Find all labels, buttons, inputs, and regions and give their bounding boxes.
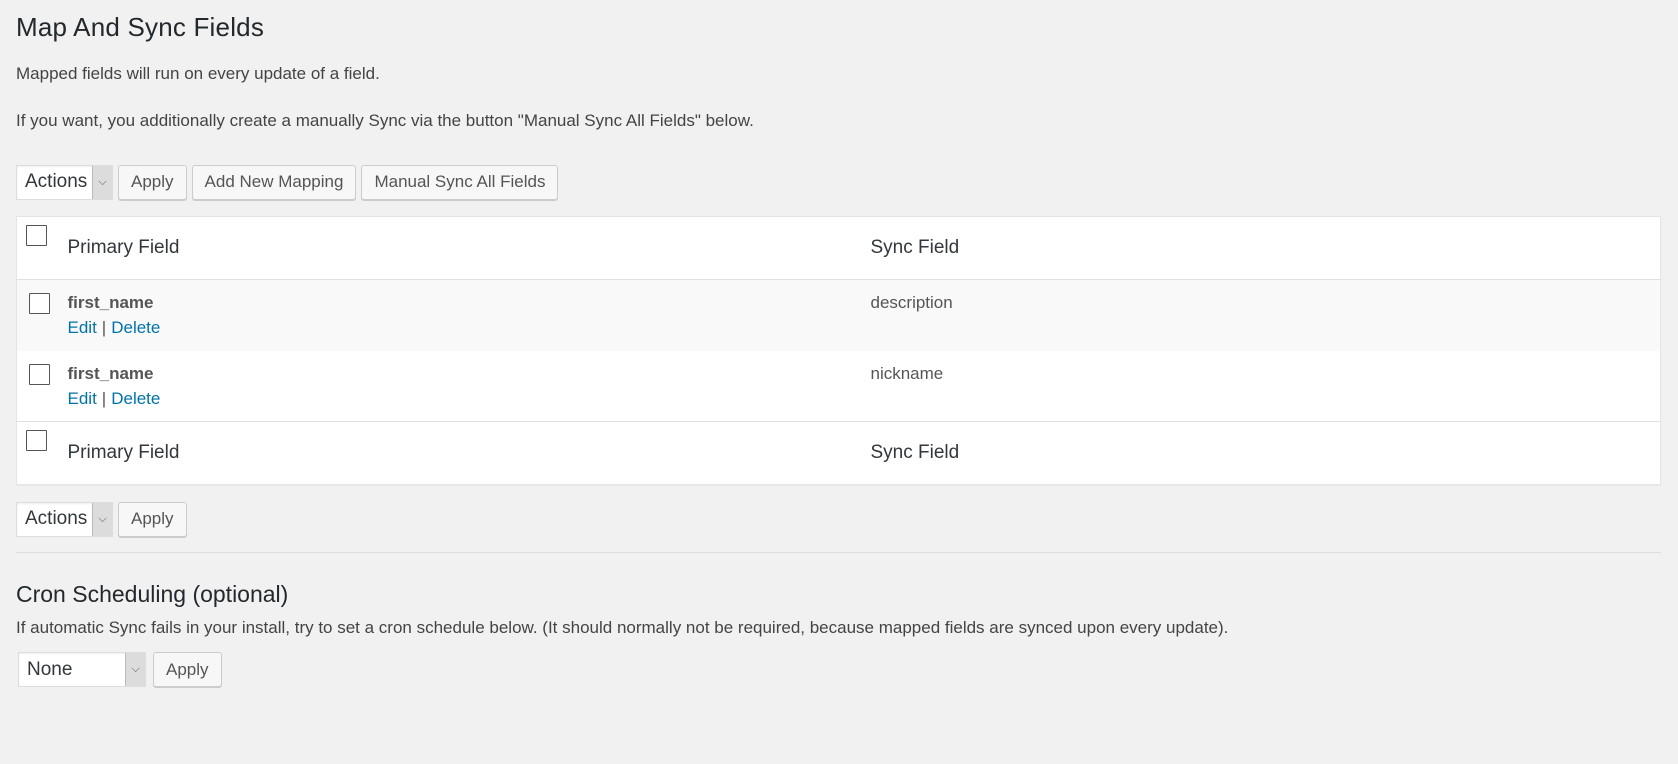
column-footer-primary-field[interactable]: Primary Field <box>67 422 870 485</box>
tablenav-top: Actions ⌵ Apply Add New Mapping Manual S… <box>16 164 1662 200</box>
cron-schedule-value: None <box>27 658 73 680</box>
apply-button-bottom[interactable]: Apply <box>118 501 187 537</box>
row-actions-separator: | <box>101 388 107 408</box>
row-actions: Edit | Delete <box>68 318 869 338</box>
cron-apply-button[interactable]: Apply <box>153 652 222 687</box>
page-description-manual-sync: If you want, you additionally create a m… <box>16 111 754 130</box>
row-actions-separator: | <box>101 318 107 337</box>
table-row: first_name Edit | Delete description <box>16 279 1661 351</box>
mapping-table: Primary Field Sync Field first_name Edit… <box>16 216 1661 485</box>
select-all-cell-footer <box>17 422 67 485</box>
select-all-checkbox-footer[interactable] <box>26 430 47 451</box>
table-footer-row: Primary Field Sync Field <box>16 421 1661 485</box>
primary-field-value: first_name <box>67 363 154 383</box>
sync-field-value: nickname <box>870 363 944 383</box>
section-divider <box>16 552 1661 553</box>
row-checkbox[interactable] <box>29 293 50 314</box>
sync-field-cell: nickname <box>870 351 1661 422</box>
edit-link[interactable]: Edit <box>68 318 97 337</box>
page-description: Mapped fields will run on every update o… <box>16 64 380 83</box>
primary-field-value: first_name <box>67 293 154 312</box>
bulk-actions-value: Actions <box>25 508 88 529</box>
primary-field-cell: first_name Edit | Delete <box>67 280 870 351</box>
cron-heading: Cron Scheduling (optional) <box>16 581 289 607</box>
select-all-checkbox[interactable] <box>26 225 47 246</box>
apply-button-top[interactable]: Apply <box>118 164 187 200</box>
chevron-down-icon[interactable]: ⌵ <box>92 502 112 536</box>
page-title: Map And Sync Fields <box>16 12 265 42</box>
column-footer-sync-field[interactable]: Sync Field <box>870 422 1661 485</box>
sync-field-value: description <box>870 293 953 312</box>
table-row: first_name Edit | Delete nickname <box>17 351 1661 422</box>
cron-controls: None ⌵ Apply <box>16 652 1662 687</box>
bulk-actions-select-bottom[interactable]: Actions ⌵ <box>16 501 113 537</box>
add-new-mapping-button[interactable]: Add New Mapping <box>191 164 357 200</box>
primary-field-cell: first_name Edit | Delete <box>67 351 870 422</box>
sync-field-cell: description <box>870 280 1661 351</box>
chevron-down-icon[interactable]: ⌵ <box>125 653 145 686</box>
column-header-primary-field[interactable]: Primary Field <box>67 217 870 280</box>
select-all-cell <box>17 217 67 280</box>
bulk-actions-select-top[interactable]: Actions ⌵ <box>16 164 113 200</box>
bulk-actions-value: Actions <box>25 171 88 192</box>
cron-schedule-select[interactable]: None ⌵ <box>18 652 146 687</box>
row-checkbox-cell <box>17 280 67 351</box>
tablenav-bottom: Actions ⌵ Apply <box>16 501 1662 537</box>
delete-link[interactable]: Delete <box>111 318 160 337</box>
row-checkbox-cell <box>17 351 67 422</box>
delete-link[interactable]: Delete <box>111 389 160 408</box>
column-header-sync-field[interactable]: Sync Field <box>870 217 1661 280</box>
row-checkbox[interactable] <box>29 363 50 385</box>
row-actions: Edit | Delete <box>68 389 869 409</box>
table-header-row: Primary Field Sync Field <box>16 217 1661 280</box>
edit-link[interactable]: Edit <box>68 389 97 408</box>
chevron-down-icon[interactable]: ⌵ <box>92 165 112 199</box>
manual-sync-all-fields-button[interactable]: Manual Sync All Fields <box>361 164 559 200</box>
page-wrap: Map And Sync Fields Mapped fields will r… <box>0 0 1678 687</box>
cron-note: If automatic Sync fails in your install,… <box>16 618 1229 637</box>
